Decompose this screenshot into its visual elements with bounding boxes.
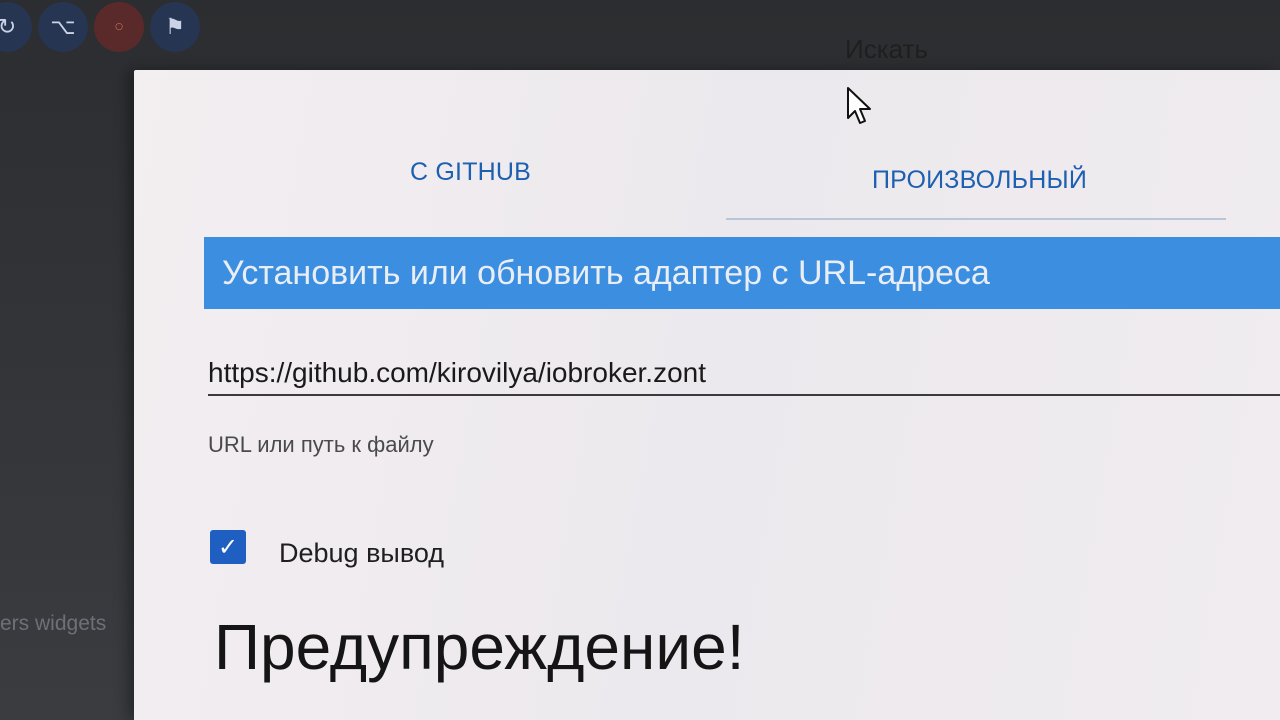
background-list-item: ers widgets xyxy=(0,612,107,635)
url-input-helper: URL или путь к файлу xyxy=(208,432,434,457)
install-adapter-dialog: С GITHUB ПРОИЗВОЛЬНЫЙ Установить или обн… xyxy=(134,70,1280,720)
mouse-cursor-icon xyxy=(847,87,871,124)
flag-icon[interactable]: ⚑ xyxy=(150,2,200,52)
search-label[interactable]: Искать xyxy=(845,34,928,65)
debug-checkbox-label[interactable]: Debug вывод xyxy=(279,538,444,569)
banner-title: Установить или обновить адаптер с URL-ад… xyxy=(222,253,990,292)
debug-checkbox[interactable]: ✓ xyxy=(210,530,246,564)
notification-icon[interactable]: ○ xyxy=(94,2,144,52)
warning-title: Предупреждение! xyxy=(214,611,745,683)
url-input[interactable] xyxy=(208,352,1280,396)
refresh-icon[interactable]: ↻ xyxy=(0,2,32,52)
tab-custom[interactable]: ПРОИЗВОЛЬНЫЙ xyxy=(872,166,1087,195)
dialog-banner: Установить или обновить адаптер с URL-ад… xyxy=(204,237,1280,309)
active-tab-indicator xyxy=(726,218,1226,220)
github-icon[interactable]: ⌥ xyxy=(38,2,88,52)
tab-github[interactable]: С GITHUB xyxy=(410,158,531,187)
toolbar-icons: ↻ ⌥ ○ ⚑ xyxy=(0,2,200,52)
